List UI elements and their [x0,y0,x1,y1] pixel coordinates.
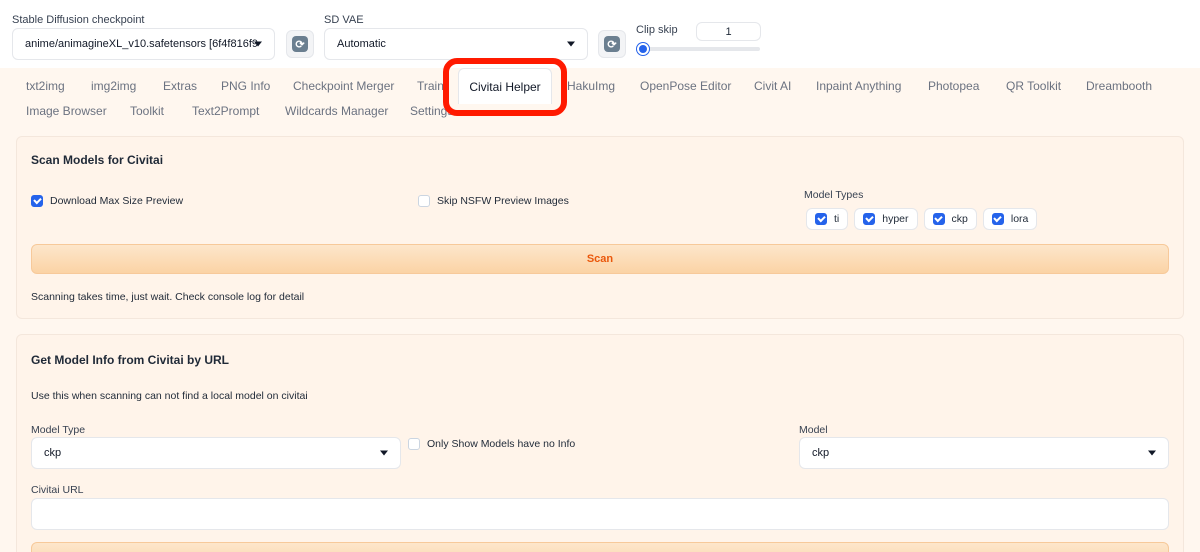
refresh-icon: ⟳ [604,36,620,52]
tab-qr-toolkit[interactable]: QR Toolkit [1006,79,1061,93]
get-info-description: Use this when scanning can not find a lo… [31,390,308,402]
civitai-url-label: Civitai URL [31,484,84,496]
tab-photopea[interactable]: Photopea [928,79,979,93]
chevron-down-icon [380,450,388,456]
model-type-label: ckp [951,213,968,225]
model-type-label: Model Type [31,424,86,436]
tab-checkpoint-merger[interactable]: Checkpoint Merger [293,79,394,93]
only-show-option[interactable]: Only Show Models have no Info [408,438,575,450]
tab-wildcards-manager[interactable]: Wildcards Manager [285,104,388,118]
model-types-group: ti hyper ckp lora [806,208,1038,230]
tab-png-info[interactable]: PNG Info [221,79,270,93]
checkpoint-value: anime/animagineXL_v10.safetensors [6f4f8… [25,38,258,50]
model-type-value: ckp [44,447,62,459]
tab-dreambooth[interactable]: Dreambooth [1086,79,1152,93]
model-type-label: hyper [882,213,909,225]
only-show-checkbox[interactable] [408,438,420,450]
tab-txt2img[interactable]: txt2img [26,79,65,93]
scan-title: Scan Models for Civitai [31,153,164,167]
chevron-down-icon [1148,450,1156,456]
clip-skip-value: 1 [725,25,732,38]
model-type-label: lora [1010,213,1029,225]
clip-skip-slider[interactable] [638,47,760,51]
tab-hakuimg[interactable]: HakuImg [567,79,615,93]
tab-civit-ai[interactable]: Civit AI [754,79,791,93]
download-max-label: Download Max Size Preview [50,195,184,207]
clip-skip-label: Clip skip [636,24,678,36]
refresh-vae-button[interactable]: ⟳ [598,30,626,58]
highlight-annotation [443,58,567,116]
checkpoint-select[interactable]: anime/animagineXL_v10.safetensors [6f4f8… [12,28,275,60]
tab-inpaint-anything[interactable]: Inpaint Anything [816,79,901,93]
skip-nsfw-checkbox[interactable] [418,195,430,207]
download-max-option[interactable]: Download Max Size Preview [31,195,183,207]
model-type-lora[interactable]: lora [982,208,1038,230]
model-type-select[interactable]: ckp [31,437,401,469]
tab-train[interactable]: Train [417,79,444,93]
tab-text2prompt[interactable]: Text2Prompt [192,104,259,118]
scan-note: Scanning takes time, just wait. Check co… [31,291,305,303]
tab-openpose-editor[interactable]: OpenPose Editor [640,79,731,93]
scan-button-label: Scan [586,253,614,265]
scan-button[interactable]: Scan [31,244,1169,274]
model-type-checkbox[interactable] [815,213,827,225]
model-type-ckp[interactable]: ckp [923,208,977,230]
vae-value: Automatic [337,38,386,50]
model-value: ckp [812,447,830,459]
model-type-hyper[interactable]: hyper [854,208,918,230]
chevron-down-icon [254,41,262,47]
clip-skip-number-input[interactable]: 1 [696,22,761,41]
model-type-checkbox[interactable] [991,213,1004,225]
checkpoint-label: Stable Diffusion checkpoint [12,14,145,26]
get-info-title: Get Model Info from Civitai by URL [31,353,230,367]
chevron-down-icon [567,41,575,47]
skip-nsfw-option[interactable]: Skip NSFW Preview Images [418,195,569,207]
civitai-url-input[interactable] [31,498,1169,530]
download-max-checkbox[interactable] [31,195,43,207]
get-info-button[interactable] [31,542,1169,552]
only-show-label: Only Show Models have no Info [427,438,576,450]
model-label: Model [799,424,828,436]
model-type-label: ti [834,213,840,225]
tab-img2img[interactable]: img2img [91,79,136,93]
tab-toolkit[interactable]: Toolkit [130,104,164,118]
model-types-label: Model Types [804,189,864,201]
skip-nsfw-label: Skip NSFW Preview Images [437,195,569,207]
model-type-checkbox[interactable] [863,213,876,225]
model-type-checkbox[interactable] [932,213,945,225]
model-type-ti[interactable]: ti [806,208,849,230]
tab-image-browser[interactable]: Image Browser [26,104,107,118]
vae-select[interactable]: Automatic [324,28,588,60]
refresh-checkpoint-button[interactable]: ⟳ [286,30,314,58]
tab-extras[interactable]: Extras [163,79,197,93]
refresh-icon: ⟳ [292,36,308,52]
model-select[interactable]: ckp [799,437,1169,469]
clip-skip-slider-thumb[interactable] [637,43,649,55]
vae-label: SD VAE [324,14,364,26]
